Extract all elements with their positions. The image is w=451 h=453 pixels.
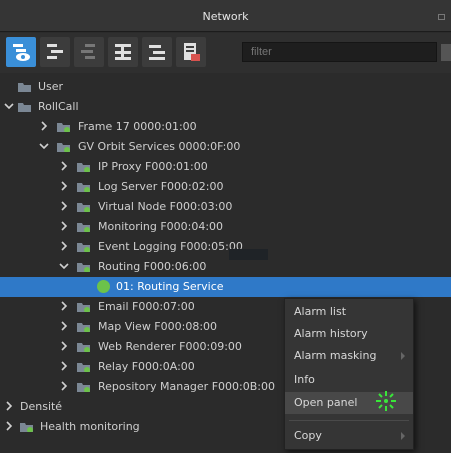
- click-indicator-icon: [376, 391, 396, 411]
- tree-row-label: GV Orbit Services 0000:0F:00: [78, 140, 241, 153]
- device-icon: [77, 183, 90, 192]
- menu-item-alarm-history[interactable]: Alarm history: [285, 323, 413, 345]
- tree-row-label: RollCall: [38, 100, 79, 113]
- expand-tree-button[interactable]: [40, 37, 70, 67]
- tree-row-label: Map View F000:08:00: [98, 320, 218, 333]
- chevron-right-icon[interactable]: [58, 380, 70, 392]
- chevron-right-icon[interactable]: [58, 360, 70, 372]
- tree-row-label: Health monitoring: [40, 420, 140, 433]
- device-icon: [77, 243, 90, 252]
- tree-row-label: IP Proxy F000:01:00: [98, 160, 208, 173]
- chevron-right-icon[interactable]: [58, 160, 70, 172]
- device-icon: [77, 363, 90, 372]
- chevron-down-icon[interactable]: [58, 260, 70, 272]
- context-menu: Alarm list Alarm history Alarm masking I…: [284, 298, 414, 450]
- menu-item-info[interactable]: Info: [285, 369, 413, 391]
- chevron-right-icon[interactable]: [3, 400, 15, 412]
- device-icon: [57, 123, 70, 132]
- collapse-all-button[interactable]: [142, 37, 172, 67]
- tree-row-event-logging[interactable]: Event Logging F000:05:00: [0, 237, 451, 257]
- tree-row-label: Virtual Node F000:03:00: [98, 200, 233, 213]
- status-ok-icon: [97, 280, 110, 293]
- report-button[interactable]: [176, 37, 206, 67]
- tree-view-button[interactable]: [6, 37, 36, 67]
- device-icon: [77, 263, 90, 272]
- menu-item-label: Alarm history: [294, 327, 368, 340]
- device-icon: [77, 203, 90, 212]
- expand-tree-icon: [47, 44, 63, 59]
- menu-item-label: Alarm list: [294, 305, 347, 318]
- menu-item-label: Open panel: [294, 396, 358, 409]
- expand-all-icon: [115, 44, 131, 60]
- tree-row-routing[interactable]: Routing F000:06:00: [0, 257, 451, 277]
- tree-row-label: Email F000:07:00: [98, 300, 195, 313]
- chevron-right-icon[interactable]: [58, 240, 70, 252]
- tree-row-log-server[interactable]: Log Server F000:02:00: [0, 177, 451, 197]
- filter-dropdown-handle[interactable]: [441, 44, 451, 61]
- device-icon: [77, 343, 90, 352]
- tree-row-routing-service[interactable]: 01: Routing Service: [0, 277, 451, 297]
- tree-row-label: Repository Manager F000:0B:00: [98, 380, 275, 393]
- chevron-down-icon[interactable]: [38, 140, 50, 152]
- tree-row-label: Relay F000:0A:00: [98, 360, 195, 373]
- menu-separator: [289, 420, 409, 421]
- redaction-mask: [229, 249, 268, 260]
- tree-row-label: User: [38, 80, 64, 93]
- panel-title: Network: [202, 10, 249, 23]
- menu-item-copy[interactable]: Copy: [285, 425, 413, 447]
- submenu-arrow-icon: [401, 432, 405, 440]
- device-icon: [77, 383, 90, 392]
- tree-row-label: Log Server F000:02:00: [98, 180, 224, 193]
- tree-row-label: Routing F000:06:00: [98, 260, 207, 273]
- menu-item-alarm-list[interactable]: Alarm list: [285, 301, 413, 323]
- chevron-right-icon[interactable]: [58, 220, 70, 232]
- tree-row-label: 01: Routing Service: [116, 280, 224, 293]
- folder-icon: [18, 103, 31, 112]
- device-icon: [77, 323, 90, 332]
- menu-item-alarm-masking[interactable]: Alarm masking: [285, 345, 413, 367]
- expand-all-button[interactable]: [108, 37, 138, 67]
- undock-icon[interactable]: [438, 14, 445, 20]
- tree-row-user[interactable]: User: [0, 77, 451, 97]
- chevron-right-icon[interactable]: [58, 180, 70, 192]
- tree-row-label: Web Renderer F000:09:00: [98, 340, 242, 353]
- tree-row-label: Monitoring F000:04:00: [98, 220, 224, 233]
- tree-row-monitoring[interactable]: Monitoring F000:04:00: [0, 217, 451, 237]
- tree-row-frame-17[interactable]: Frame 17 0000:01:00: [0, 117, 451, 137]
- tree-row-label: Event Logging F000:05:00: [98, 240, 243, 253]
- menu-item-label: Info: [294, 373, 315, 386]
- chevron-right-icon[interactable]: [38, 120, 50, 132]
- filter-input[interactable]: [242, 42, 437, 62]
- device-icon: [20, 423, 33, 432]
- tree-view-icon: [13, 44, 30, 61]
- device-icon: [77, 163, 90, 172]
- chevron-right-icon[interactable]: [58, 340, 70, 352]
- collapse-tree-icon: [81, 44, 95, 59]
- menu-item-label: Alarm masking: [294, 349, 377, 362]
- collapse-all-icon: [149, 45, 165, 60]
- tree-row-rollcall[interactable]: RollCall: [0, 97, 451, 117]
- device-icon: [57, 143, 70, 152]
- panel-titlebar: Network: [0, 0, 451, 32]
- tree-row-label: Frame 17 0000:01:00: [78, 120, 197, 133]
- collapse-tree-button[interactable]: [74, 37, 104, 67]
- tree-row-virtual-node[interactable]: Virtual Node F000:03:00: [0, 197, 451, 217]
- tree-toolbar: [0, 33, 451, 73]
- chevron-right-icon[interactable]: [58, 200, 70, 212]
- chevron-down-icon[interactable]: [3, 100, 15, 112]
- tree-row-label: Densité: [20, 400, 63, 413]
- chevron-right-icon[interactable]: [58, 320, 70, 332]
- submenu-arrow-icon: [401, 352, 405, 360]
- tree-row-gv-orbit-services[interactable]: GV Orbit Services 0000:0F:00: [0, 137, 451, 157]
- report-icon: [184, 43, 200, 61]
- menu-item-label: Copy: [294, 429, 322, 442]
- folder-icon: [18, 83, 31, 92]
- tree-row-ip-proxy[interactable]: IP Proxy F000:01:00: [0, 157, 451, 177]
- chevron-right-icon[interactable]: [3, 420, 15, 432]
- device-icon: [77, 223, 90, 232]
- device-icon: [77, 303, 90, 312]
- chevron-right-icon[interactable]: [58, 300, 70, 312]
